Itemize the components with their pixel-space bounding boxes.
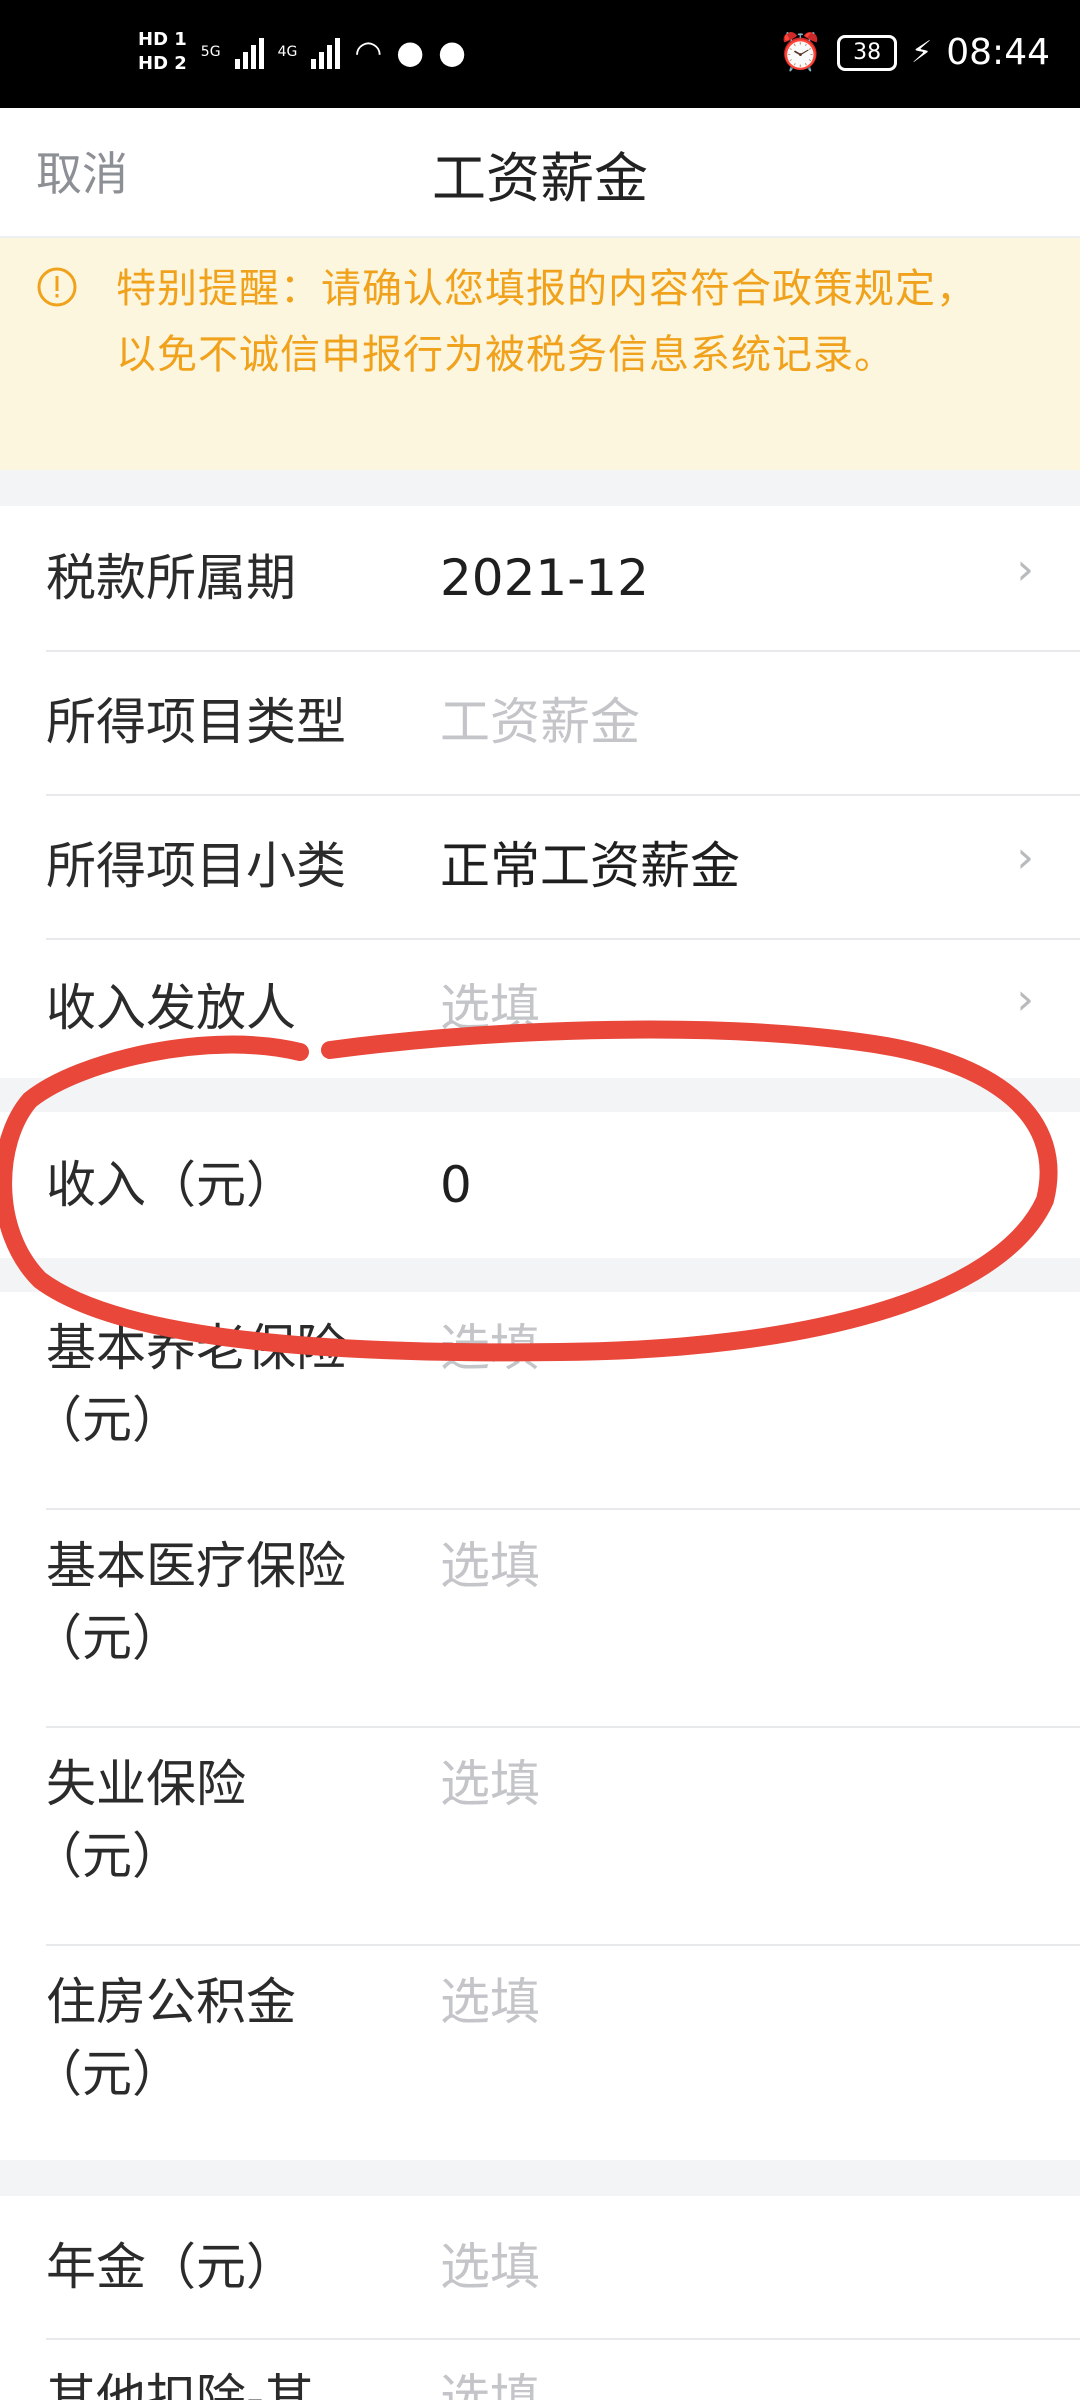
other-insurance-row[interactable]: 其他扣除-其 选填 [0,2340,1080,2400]
network-4g-label: 4G [277,44,298,60]
signal-bars-icon [311,35,341,69]
signal-bars-icon [234,35,264,69]
form-group-income: 收入（元） 0 [0,1112,1080,1258]
chevron-right-icon: › [1016,832,1034,883]
unemployment-unit-label: （元） [32,1827,182,1885]
status-right: ⏰ 38 ⚡ 08:44 [778,28,1050,78]
medical-row[interactable]: 基本医疗保险 （元） 选填 [0,1510,1080,1726]
housing-fund-label: 住房公积金 [46,1973,296,2031]
payer-row[interactable]: 收入发放人 选填 › [0,940,1080,1078]
annuity-row[interactable]: 年金（元） 选填 [0,2196,1080,2338]
pension-unit-label: （元） [32,1391,182,1449]
hd2-indicator: HD 2 [138,53,187,74]
income-row[interactable]: 收入（元） 0 [0,1112,1080,1258]
income-input[interactable]: 0 [440,1149,472,1221]
pension-input[interactable]: 选填 [440,1312,540,1384]
income-type-row: 所得项目类型 工资薪金 [0,652,1080,794]
page-title: 工资薪金 [432,147,648,210]
chevron-right-icon: › [1016,544,1034,595]
medical-input[interactable]: 选填 [440,1530,540,1602]
unemployment-label: 失业保险 [46,1755,246,1813]
nav-bar: 取消 工资薪金 [0,108,1080,238]
income-subtype-row[interactable]: 所得项目小类 正常工资薪金 › [0,796,1080,938]
medical-unit-label: （元） [32,1609,182,1667]
status-bar: HD 1 HD 2 5G 4G ◠ ● ● ⏰ 38 ⚡ 08:44 [0,0,1080,108]
income-type-value: 工资薪金 [440,693,640,751]
pension-row[interactable]: 基本养老保险 （元） 选填 [0,1292,1080,1508]
unemployment-row[interactable]: 失业保险 （元） 选填 [0,1728,1080,1944]
wifi-icon: ◠ [354,33,383,71]
medical-label: 基本医疗保险 [46,1537,346,1595]
pension-label: 基本养老保险 [46,1319,346,1377]
housing-fund-unit-label: （元） [32,2045,182,2103]
other-insurance-label: 其他扣除-其 [46,2369,315,2400]
other-insurance-input[interactable]: 选填 [440,2362,540,2400]
annuity-label: 年金（元） [46,2238,296,2296]
housing-fund-row[interactable]: 住房公积金 （元） 选填 [0,1946,1080,2160]
unemployment-input[interactable]: 选填 [440,1748,540,1820]
income-subtype-label: 所得项目小类 [46,837,346,895]
income-label: 收入（元） [46,1156,296,1214]
tax-period-row[interactable]: 税款所属期 2021-12 › [0,506,1080,650]
chevron-right-icon: › [1016,974,1034,1025]
form-group-insurance: 基本养老保险 （元） 选填 基本医疗保险 （元） 选填 失业保险 （元） 选填 … [0,1292,1080,2160]
annuity-input[interactable]: 选填 [440,2231,540,2303]
income-type-label: 所得项目类型 [46,693,346,751]
notice-text: 特别提醒：请确认您填报的内容符合政策规定，以免不诚信申报行为被税务信息系统记录。 [116,266,977,378]
form-group-basic: 税款所属期 2021-12 › 所得项目类型 工资薪金 所得项目小类 正常工资薪… [0,506,1080,1078]
network-5g-label: 5G [200,44,221,60]
status-left: HD 1 HD 2 5G 4G ◠ ● ● [138,30,466,74]
form-group-other: 年金（元） 选填 其他扣除-其 选填 [0,2196,1080,2400]
hd1-indicator: HD 1 [138,29,187,50]
warning-icon [37,267,77,307]
payer-label: 收入发放人 [46,979,296,1037]
housing-fund-input[interactable]: 选填 [440,1966,540,2038]
wechat-icon: ● [438,33,467,71]
battery-indicator: 38 [837,35,898,71]
income-subtype-value: 正常工资薪金 [440,837,740,895]
clock: 08:44 [946,32,1050,73]
tax-period-label: 税款所属期 [46,549,296,607]
payer-input: 选填 [440,979,540,1037]
wechat-icon: ● [396,33,425,71]
tax-period-value: 2021-12 [440,549,649,607]
charging-icon: ⚡ [911,35,933,70]
alarm-icon: ⏰ [778,32,824,73]
